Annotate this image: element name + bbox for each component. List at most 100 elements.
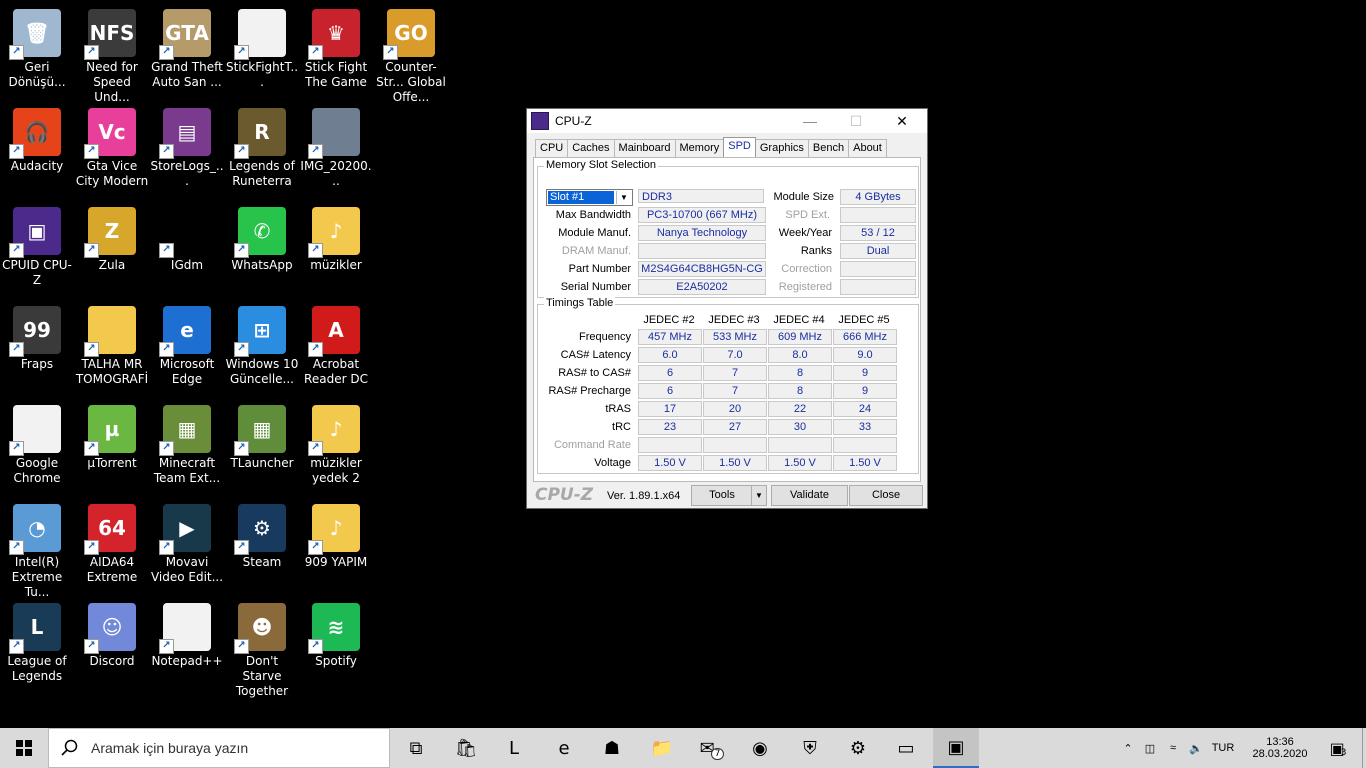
desktop-icon[interactable]: ✆ ↗ WhatsApp [225, 198, 299, 294]
stick-fight-icon: ♛ ↗ [308, 9, 360, 60]
desktop-icon[interactable]: ▶ ↗ Movavi Video Edit... [150, 495, 224, 591]
desktop-icon[interactable]: ♪ ↗ müzikler [299, 198, 373, 294]
memory-type-field: DDR3 [638, 189, 764, 203]
desktop-icon-label: TALHA MR TOMOGRAFİ [75, 357, 149, 386]
wifi-icon[interactable]: ≈ [1162, 742, 1184, 754]
desktop-icon[interactable]: ☺ ↗ Discord [75, 594, 149, 690]
notification-center-button[interactable]: ▣ 3 [1318, 728, 1358, 768]
desktop-icon[interactable]: Vc ↗ Gta Vice City Modern [75, 99, 149, 195]
zula-icon: Z ↗ [84, 207, 136, 258]
registered-label: Registered [778, 281, 832, 293]
taskbar-app-button[interactable]: ⛨ [787, 728, 833, 768]
desktop-icon[interactable]: 99 ↗ Fraps [0, 297, 74, 393]
desktop-icon[interactable]: ↗ Google Chrome [0, 396, 74, 492]
minecraft-icon: ▦ ↗ [159, 405, 211, 456]
tab-mainboard[interactable]: Mainboard [613, 139, 676, 157]
desktop-icon[interactable]: ⊞ ↗ Windows 10 Güncelle... [225, 297, 299, 393]
taskbar-app-button[interactable]: ⚙ [835, 728, 881, 768]
desktop-icon[interactable]: NFS ↗ Need for Speed Und... [75, 0, 149, 104]
desktop-icon[interactable]: ≋ ↗ Spotify [299, 594, 373, 690]
desktop-icon[interactable]: ♪ ↗ 909 YAPIM [299, 495, 373, 591]
desktop-icon[interactable]: Z ↗ Zula [75, 198, 149, 294]
desktop-icon[interactable]: A ↗ Acrobat Reader DC [299, 297, 373, 393]
timing-cell [703, 437, 767, 453]
desktop-icon[interactable]: 64 ↗ AIDA64 Extreme [75, 495, 149, 591]
clock[interactable]: 13:36 28.03.2020 [1250, 728, 1310, 768]
start-button[interactable] [0, 728, 48, 768]
timing-column-header: JEDEC #5 [838, 314, 890, 326]
shortcut-arrow-icon: ↗ [84, 540, 99, 555]
desktop-icon[interactable]: 🗑 ↗ Geri Dönüşü... [0, 0, 74, 96]
show-desktop-button[interactable] [1362, 728, 1366, 768]
desktop-icon[interactable]: ☻ ↗ Don't Starve Together [225, 594, 299, 698]
language-indicator[interactable]: TUR [1208, 742, 1238, 754]
desktop-icon[interactable]: GO ↗ Counter-Str... Global Offe... [374, 0, 448, 104]
tab-about[interactable]: About [848, 139, 887, 157]
shortcut-arrow-icon: ↗ [234, 342, 249, 357]
tab-memory[interactable]: Memory [674, 139, 725, 157]
chevron-down-icon[interactable]: ▼ [751, 486, 766, 505]
maximize-button[interactable]: ☐ [833, 109, 879, 133]
shortcut-arrow-icon: ↗ [84, 342, 99, 357]
shortcut-arrow-icon: ↗ [159, 144, 174, 159]
module-size-label: Module Size [773, 191, 834, 203]
power-icon[interactable]: ◫ [1138, 742, 1162, 755]
taskbar-app-button[interactable]: ▣ [933, 728, 979, 768]
desktop-icon-label: StickFightT... [225, 60, 299, 89]
desktop-icon[interactable]: L ↗ League of Legends [0, 594, 74, 690]
shortcut-arrow-icon: ↗ [308, 45, 323, 60]
taskbar-app-button[interactable]: 📁 [639, 728, 685, 768]
module-manuf-label: Module Manuf. [558, 227, 631, 239]
close-window-button[interactable]: ✕ [879, 109, 925, 133]
desktop-icon[interactable]: ↗ IMG_20200... [299, 99, 373, 195]
volume-icon[interactable]: 🔈 [1184, 742, 1208, 755]
chevron-up-icon[interactable]: ⌃ [1118, 742, 1138, 755]
shortcut-arrow-icon: ↗ [84, 45, 99, 60]
desktop-icon[interactable]: GTA ↗ Grand Theft Auto San ... [150, 0, 224, 96]
timing-column-header: JEDEC #3 [708, 314, 760, 326]
desktop-icon[interactable]: e ↗ Microsoft Edge [150, 297, 224, 393]
tab-graphics[interactable]: Graphics [754, 139, 809, 157]
taskbar-app-button[interactable]: ✉ 7 [689, 728, 735, 768]
shortcut-arrow-icon: ↗ [84, 144, 99, 159]
desktop-icon[interactable]: ↗ StickFightT... [225, 0, 299, 96]
timing-cell: 7.0 [703, 347, 767, 363]
close-button[interactable]: Close [849, 485, 923, 506]
tools-button[interactable]: Tools ▼ [691, 485, 767, 506]
tab-bench[interactable]: Bench [807, 139, 850, 157]
desktop-icon[interactable]: ♪ ↗ müzikler yedek 2 [299, 396, 373, 492]
desktop-icon[interactable]: ↗ TALHA MR TOMOGRAFİ [75, 297, 149, 393]
tab-cpu[interactable]: CPU [535, 139, 569, 157]
taskbar-app-button[interactable]: ▭ [883, 728, 929, 768]
desktop-icon[interactable]: ↗ Notepad++ [150, 594, 224, 690]
taskbar-app-button[interactable]: ☗ [589, 728, 635, 768]
desktop-icon[interactable]: ▦ ↗ TLauncher [225, 396, 299, 492]
slot-select[interactable]: Slot #1 ▼ [546, 189, 633, 206]
shortcut-arrow-icon: ↗ [159, 45, 174, 60]
chevron-down-icon[interactable]: ▼ [616, 191, 631, 204]
title-bar[interactable]: CPU-Z — ☐ ✕ [527, 109, 927, 133]
stickfight-file-icon: ↗ [234, 9, 286, 60]
desktop-icon-label: TLauncher [230, 456, 294, 470]
taskbar-app-button[interactable]: ⧉ [393, 728, 439, 768]
tab-caches[interactable]: Caches [567, 139, 615, 157]
taskbar-app-button[interactable]: L [491, 728, 537, 768]
taskbar-app-button[interactable]: 🛍 [443, 728, 489, 768]
tab-spd[interactable]: SPD [723, 137, 756, 157]
desktop-icon[interactable]: ↗ IGdm [150, 198, 224, 294]
search-box[interactable]: Aramak için buraya yazın [48, 728, 390, 768]
desktop-icon[interactable]: ⚙ ↗ Steam [225, 495, 299, 591]
desktop-icon[interactable]: µ ↗ µTorrent [75, 396, 149, 492]
security-icon: ⛨ [803, 737, 817, 759]
desktop-icon[interactable]: ▤ ↗ StoreLogs_... [150, 99, 224, 195]
taskbar-app-button[interactable]: ◉ [737, 728, 783, 768]
validate-button[interactable]: Validate [771, 485, 848, 506]
desktop-icon[interactable]: ▦ ↗ Minecraft Team Ext... [150, 396, 224, 492]
desktop-icon[interactable]: ▣ ↗ CPUID CPU-Z [0, 198, 74, 294]
desktop-icon[interactable]: ◔ ↗ Intel(R) Extreme Tu... [0, 495, 74, 599]
desktop-icon[interactable]: 🎧 ↗ Audacity [0, 99, 74, 195]
minimize-button[interactable]: — [787, 109, 833, 133]
desktop-icon[interactable]: ♛ ↗ Stick Fight The Game [299, 0, 373, 96]
desktop-icon[interactable]: R ↗ Legends of Runeterra [225, 99, 299, 195]
taskbar-app-button[interactable]: e [541, 728, 587, 768]
